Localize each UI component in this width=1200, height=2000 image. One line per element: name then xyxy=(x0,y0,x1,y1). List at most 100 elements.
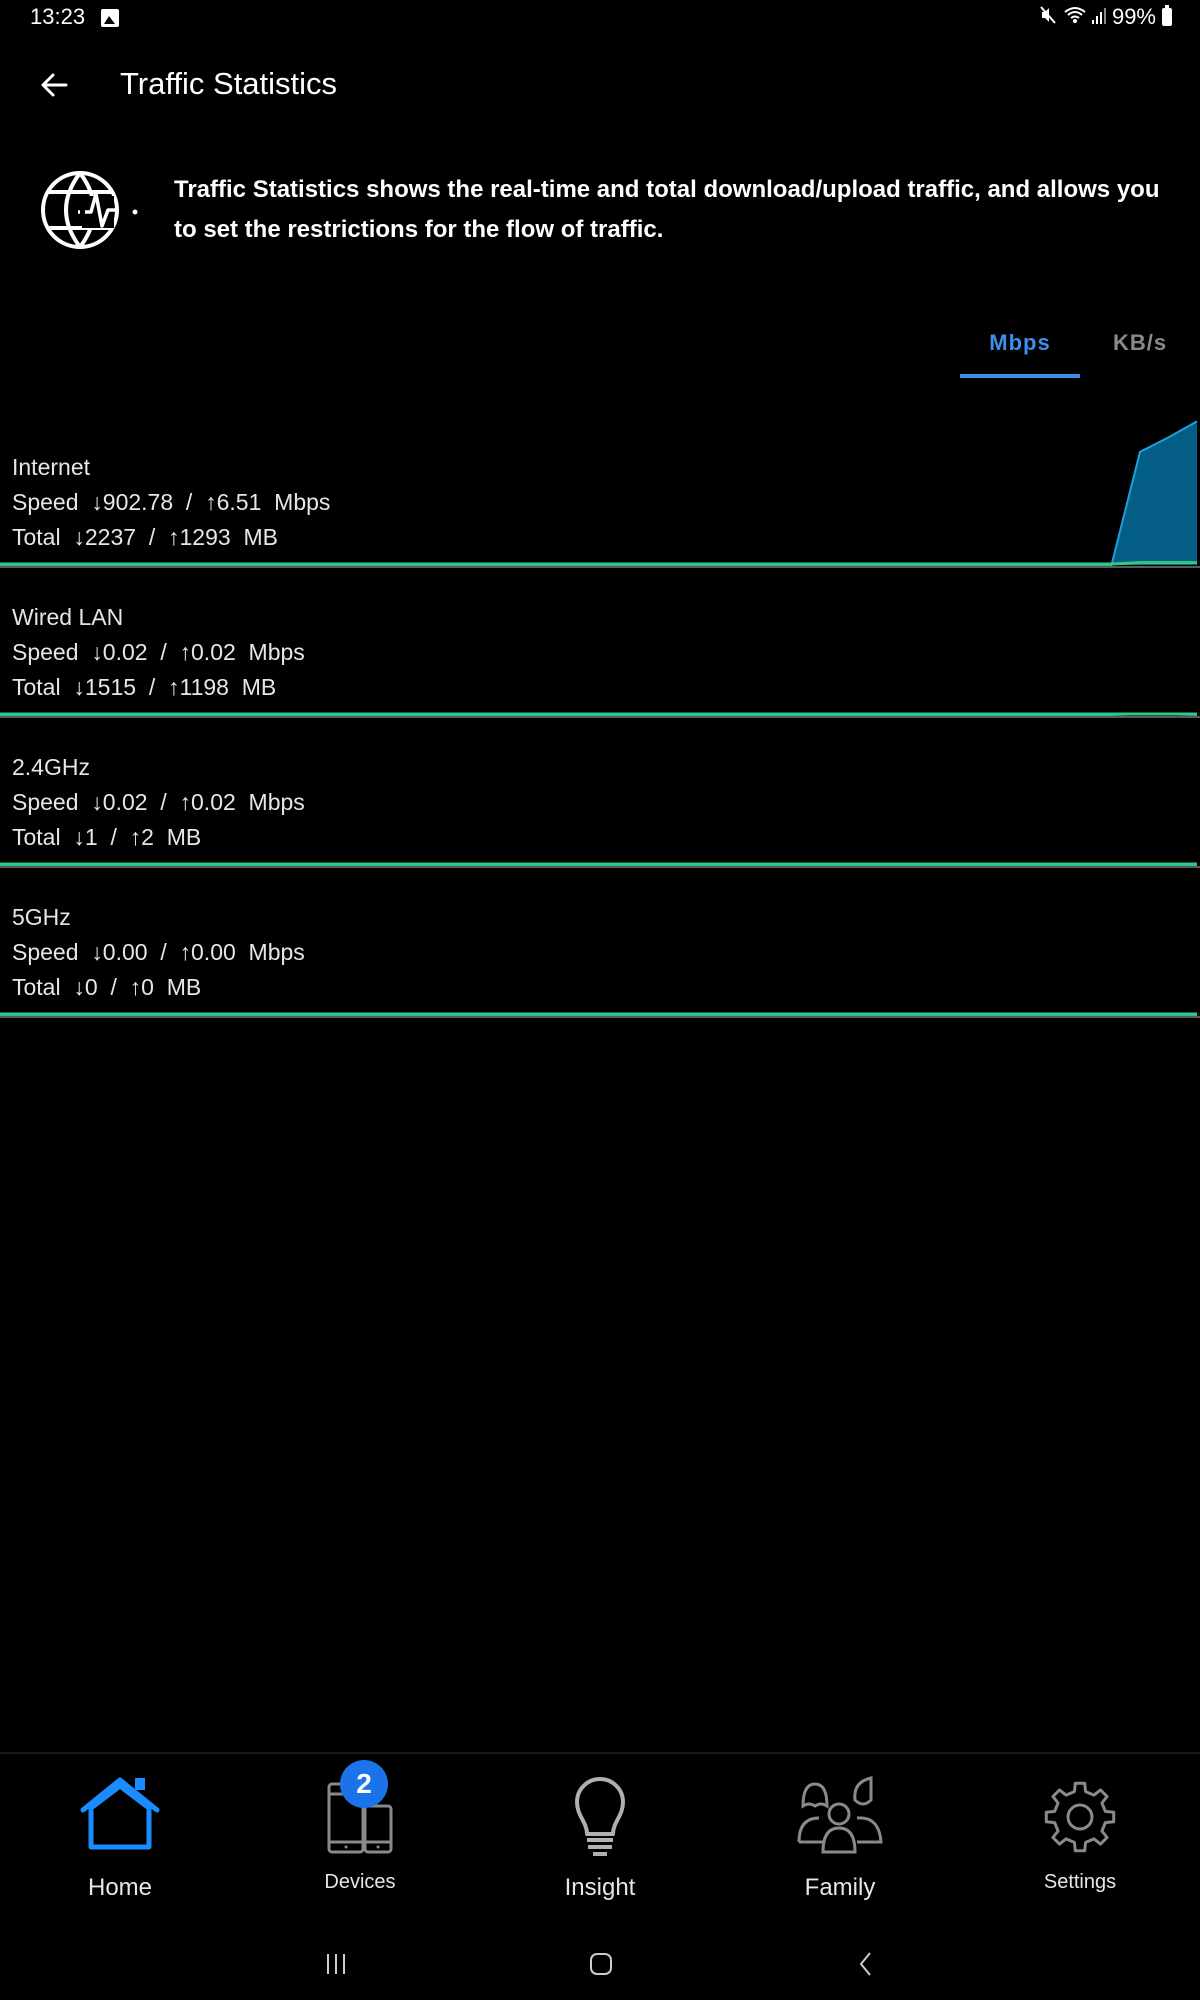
speed-unit: Mbps xyxy=(235,639,305,665)
download-arrow-icon: ↓ xyxy=(91,489,103,515)
home-system-button[interactable] xyxy=(588,1948,614,1980)
nav-devices[interactable]: 2 Devices xyxy=(240,1754,480,1920)
nav-insight[interactable]: Insight xyxy=(480,1754,720,1920)
total-down: 1515 xyxy=(84,674,137,700)
upload-arrow-icon: ↑ xyxy=(168,674,180,700)
speed-unit: Mbps xyxy=(261,489,331,515)
total-up: 0 xyxy=(141,974,154,1000)
stat-row-2-4ghz[interactable]: 2.4GHz Speed ↓0.02 / ↑0.02 Mbps Total ↓1 /… xyxy=(0,720,1200,870)
separator: / xyxy=(173,489,206,515)
stat-name: Internet xyxy=(12,454,90,480)
download-arrow-icon: ↓ xyxy=(91,789,103,815)
mute-icon xyxy=(1038,5,1058,30)
tab-kbs[interactable]: KB/s xyxy=(1080,320,1200,378)
download-arrow-icon: ↓ xyxy=(91,939,103,965)
speed-line: Speed ↓902.78 / ↑6.51 Mbps xyxy=(12,485,330,520)
separator: / xyxy=(147,789,180,815)
speed-down: 0.02 xyxy=(102,789,148,815)
upload-line xyxy=(0,561,1197,566)
speed-label: Speed xyxy=(12,789,92,815)
intro-section: Traffic Statistics shows the real-time a… xyxy=(0,160,1200,270)
nav-home-label: Home xyxy=(87,1874,153,1901)
nav-family[interactable]: Family xyxy=(720,1754,960,1920)
speed-line: Speed ↓0.00 / ↑0.00 Mbps xyxy=(12,935,305,970)
total-label: Total xyxy=(12,674,74,700)
download-arrow-icon: ↓ xyxy=(73,524,85,550)
total-line: Total ↓1 / ↑2 MB xyxy=(12,820,305,855)
speed-line: Speed ↓0.02 / ↑0.02 Mbps xyxy=(12,635,305,670)
speed-unit: Mbps xyxy=(235,939,305,965)
separator: / xyxy=(97,824,130,850)
total-up: 1293 xyxy=(179,524,231,550)
speed-up: 6.51 xyxy=(216,489,262,515)
speed-down: 902.78 xyxy=(102,489,174,515)
back-button[interactable] xyxy=(30,64,78,106)
total-down: 2237 xyxy=(84,524,137,550)
image-notification-icon xyxy=(101,9,119,27)
recent-apps-icon xyxy=(327,1954,345,1974)
stat-text: 5GHz Speed ↓0.00 / ↑0.00 Mbps Total ↓0 / ↑… xyxy=(12,900,305,1005)
signal-icon xyxy=(1091,5,1106,30)
stat-text: 2.4GHz Speed ↓0.02 / ↑0.02 Mbps Total ↓1 /… xyxy=(12,750,305,855)
speed-up: 0.02 xyxy=(191,639,236,665)
nav-devices-label: Devices xyxy=(324,1871,396,1893)
separator: / xyxy=(97,974,130,1000)
unit-tabs: Mbps KB/s xyxy=(960,320,1200,378)
total-line: Total ↓0 / ↑0 MB xyxy=(12,970,305,1005)
separator: / xyxy=(147,939,180,965)
total-up: 2 xyxy=(141,824,154,850)
total-up: 1198 xyxy=(179,674,229,700)
total-line: Total ↓2237 / ↑1293 MB xyxy=(12,520,330,555)
upload-arrow-icon: ↑ xyxy=(205,489,217,515)
nav-settings[interactable]: Settings xyxy=(960,1754,1200,1920)
system-nav-bar xyxy=(0,1930,1200,2000)
total-unit: MB xyxy=(228,674,277,700)
nav-settings-label: Settings xyxy=(1043,1871,1117,1893)
download-arrow-icon: ↓ xyxy=(73,974,85,1000)
stat-row-5ghz[interactable]: 5GHz Speed ↓0.00 / ↑0.00 Mbps Total ↓0 / ↑… xyxy=(0,870,1200,1020)
download-arrow-icon: ↓ xyxy=(91,639,103,665)
recent-apps-button[interactable] xyxy=(324,1948,350,1980)
upload-arrow-icon: ↑ xyxy=(179,639,192,665)
page-title: Traffic Statistics xyxy=(120,66,338,101)
app-bar: Traffic Statistics xyxy=(0,50,1200,120)
back-system-button[interactable] xyxy=(855,1948,875,1980)
family-icon xyxy=(797,1776,883,1854)
battery-icon xyxy=(1162,5,1172,26)
lightbulb-icon xyxy=(575,1777,625,1856)
total-label: Total xyxy=(12,524,74,550)
arrow-left-icon xyxy=(41,73,68,97)
intro-description: Traffic Statistics shows the real-time a… xyxy=(174,176,1160,243)
tab-mbps[interactable]: Mbps xyxy=(960,320,1080,378)
total-unit: MB xyxy=(153,974,202,1000)
separator: / xyxy=(147,639,180,665)
stat-row-internet[interactable]: Internet Speed ↓902.78 / ↑6.51 Mbps Total … xyxy=(0,420,1200,570)
total-down: 0 xyxy=(84,974,98,1000)
status-icons: 99% xyxy=(1038,4,1172,30)
stat-name: 2.4GHz xyxy=(12,754,90,780)
download-arrow-icon: ↓ xyxy=(73,674,85,700)
stat-text: Wired LAN Speed ↓0.02 / ↑0.02 Mbps Total ↓… xyxy=(12,600,305,705)
total-label: Total xyxy=(12,824,74,850)
total-line: Total ↓1515 / ↑1198 MB xyxy=(12,670,305,705)
gear-icon xyxy=(1044,1781,1116,1853)
nav-family-label: Family xyxy=(804,1874,876,1901)
upload-arrow-icon: ↑ xyxy=(179,789,192,815)
battery-level: 99% xyxy=(1111,4,1156,29)
status-bar: 13:23 99% xyxy=(0,0,1200,36)
nav-home[interactable]: Home xyxy=(0,1754,240,1920)
download-arrow-icon: ↓ xyxy=(73,824,85,850)
speed-label: Speed xyxy=(12,939,92,965)
upload-arrow-icon: ↑ xyxy=(129,974,142,1000)
back-chevron-icon xyxy=(859,1952,871,1976)
stat-row-wired-lan[interactable]: Wired LAN Speed ↓0.02 / ↑0.02 Mbps Total ↓… xyxy=(0,570,1200,720)
traffic-stats-list: Internet Speed ↓902.78 / ↑6.51 Mbps Total … xyxy=(0,420,1200,1020)
upload-arrow-icon: ↑ xyxy=(129,824,142,850)
bottom-nav: Home 2 Devices Insight Family Settings xyxy=(0,1752,1200,1920)
speed-unit: Mbps xyxy=(235,789,305,815)
speed-line: Speed ↓0.02 / ↑0.02 Mbps xyxy=(12,785,305,820)
devices-badge: 2 xyxy=(340,1760,388,1808)
wifi-icon xyxy=(1064,5,1086,30)
upload-arrow-icon: ↑ xyxy=(168,524,180,550)
speed-label: Speed xyxy=(12,639,92,665)
